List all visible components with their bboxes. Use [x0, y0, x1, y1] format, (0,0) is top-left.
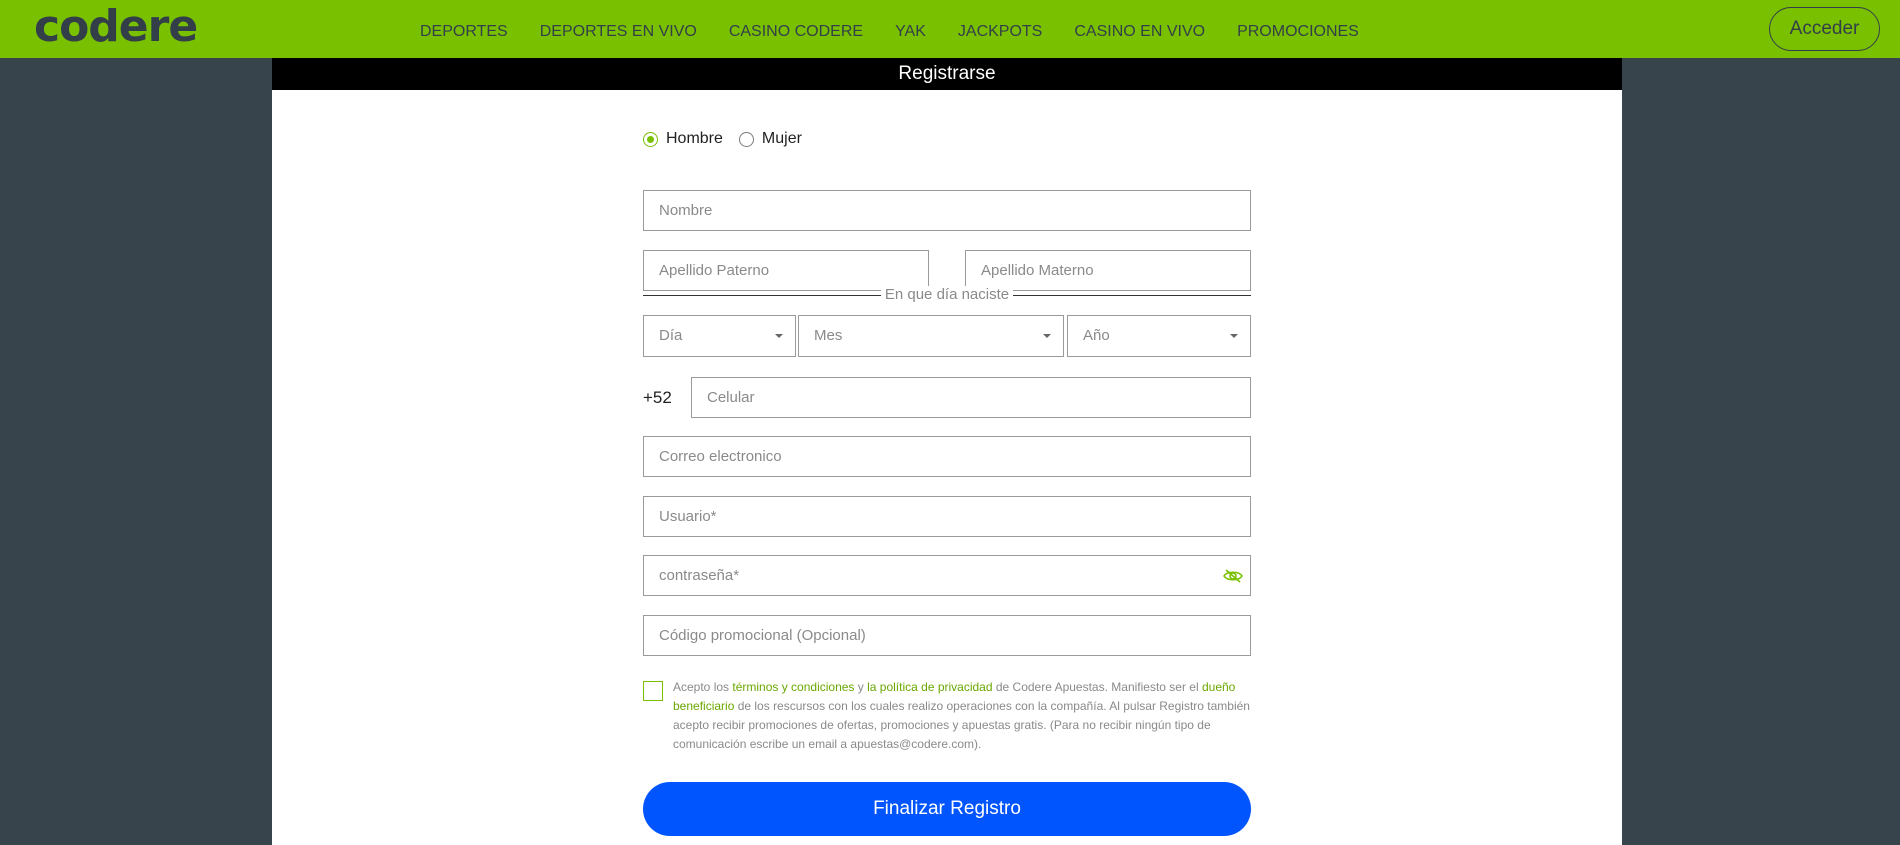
password-input[interactable]: contraseña*	[643, 555, 1251, 596]
day-select-value: Día	[659, 327, 683, 344]
caret-down-icon	[775, 334, 783, 338]
terms-text-part: de Codere Apuestas. Manifiesto ser el	[992, 680, 1202, 694]
phone-prefix: +52	[643, 388, 672, 407]
nav-yak[interactable]: YAK	[895, 0, 926, 61]
nombre-input[interactable]: Nombre	[643, 190, 1251, 231]
nav-casino-en-vivo[interactable]: CASINO EN VIVO	[1074, 0, 1205, 61]
month-select-value: Mes	[814, 327, 843, 344]
year-select[interactable]: Año	[1067, 315, 1251, 357]
radio-hombre-label[interactable]: Hombre	[666, 130, 723, 148]
apellido-paterno-input[interactable]: Apellido Paterno	[643, 250, 929, 291]
panel-title: Registrarse	[272, 58, 1622, 90]
apellido-materno-input[interactable]: Apellido Materno	[965, 250, 1251, 291]
year-select-value: Año	[1083, 327, 1110, 344]
privacy-link[interactable]: la política de privacidad	[867, 680, 992, 694]
radio-mujer[interactable]	[738, 131, 754, 147]
terms-text-part: Acepto los	[673, 680, 733, 694]
nav-deportes[interactable]: DEPORTES	[420, 0, 508, 61]
day-select[interactable]: Día	[643, 315, 796, 357]
username-input[interactable]: Usuario*	[643, 496, 1251, 537]
registration-panel: Registrarse Hombre Mujer Nombre Apellido…	[272, 58, 1622, 845]
nav-deportes-en-vivo[interactable]: DEPORTES EN VIVO	[540, 0, 697, 61]
terms-checkbox[interactable]	[643, 681, 663, 701]
email-input[interactable]: Correo electronico	[643, 436, 1251, 477]
radio-hombre[interactable]	[643, 131, 658, 147]
gender-selector: Hombre Mujer	[643, 128, 818, 150]
main-nav: DEPORTES DEPORTES EN VIVO CASINO CODERE …	[420, 0, 1391, 58]
codere-logo[interactable]: codere	[34, 2, 198, 52]
caret-down-icon	[1043, 334, 1051, 338]
nav-jackpots[interactable]: JACKPOTS	[958, 0, 1042, 61]
terms-link[interactable]: términos y condiciones	[732, 680, 854, 694]
top-header: codere DEPORTES DEPORTES EN VIVO CASINO …	[0, 0, 1900, 58]
nav-promociones[interactable]: PROMOCIONES	[1237, 0, 1359, 61]
phone-input[interactable]: Celular	[691, 377, 1251, 418]
login-button[interactable]: Acceder	[1769, 7, 1880, 51]
password-placeholder: contraseña*	[659, 567, 740, 584]
terms-text-part: de los rescursos con los cuales realizo …	[673, 699, 1250, 751]
submit-registration-button[interactable]: Finalizar Registro	[643, 782, 1251, 836]
terms-text: Acepto los términos y condiciones y la p…	[673, 678, 1253, 754]
caret-down-icon	[1230, 334, 1238, 338]
terms-text-part: y	[854, 680, 868, 694]
eye-slash-icon[interactable]	[1222, 567, 1244, 585]
month-select[interactable]: Mes	[798, 315, 1064, 357]
promo-code-input[interactable]: Código promocional (Opcional)	[643, 615, 1251, 656]
nav-casino-codere[interactable]: CASINO CODERE	[729, 0, 863, 61]
birth-label: En que día naciste	[881, 286, 1013, 304]
radio-mujer-label[interactable]: Mujer	[762, 130, 802, 148]
